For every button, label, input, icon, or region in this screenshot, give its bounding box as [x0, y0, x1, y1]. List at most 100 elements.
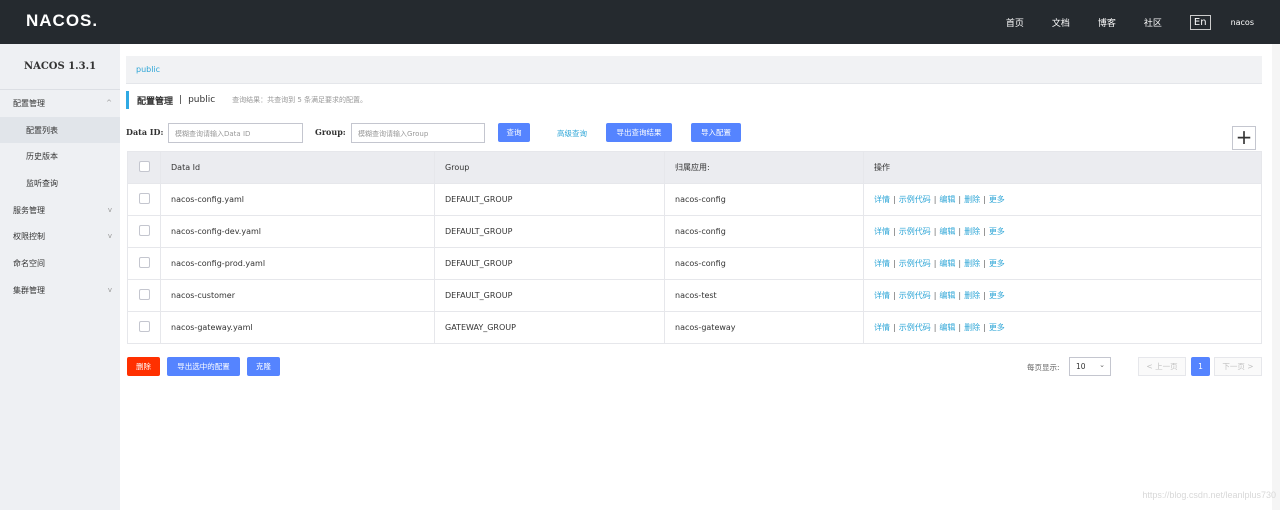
app-cell: nacos-config [664, 247, 864, 280]
row-checkbox[interactable] [139, 257, 150, 268]
ops-separator: | [933, 195, 937, 204]
namespace-tab-public[interactable]: public [136, 65, 160, 74]
bulk-delete-button[interactable]: 删除 [127, 357, 160, 376]
row-checkbox[interactable] [139, 193, 150, 204]
export-selected-button[interactable]: 导出选中的配置 [167, 357, 240, 376]
sidebar-item-config-list[interactable]: 配置列表 [0, 116, 120, 144]
ops-separator: | [983, 259, 986, 268]
user-menu[interactable]: nacos [1231, 18, 1254, 27]
delete-link[interactable]: 删除 [964, 291, 980, 300]
edit-link[interactable]: 编辑 [939, 291, 955, 300]
ops-separator: | [958, 259, 962, 268]
clone-button[interactable]: 克隆 [247, 357, 280, 376]
table-header-row: Data Id Group 归属应用: 操作 [127, 151, 1262, 184]
edit-link[interactable]: 编辑 [939, 323, 955, 332]
delete-link[interactable]: 删除 [964, 227, 980, 236]
ops-separator: | [958, 195, 962, 204]
select-all-cell [127, 151, 161, 184]
nacos-logo[interactable]: NACOS. [26, 11, 98, 31]
detail-link[interactable]: 详情 [874, 227, 890, 236]
edit-link[interactable]: 编辑 [939, 195, 955, 204]
next-page-button[interactable]: 下一页 > [1214, 357, 1262, 376]
sample-code-link[interactable]: 示例代码 [899, 227, 931, 236]
detail-link[interactable]: 详情 [874, 323, 890, 332]
sidebar-item-access-control[interactable]: 权限控制 v [0, 223, 120, 250]
page-scrollbar[interactable] [1272, 44, 1280, 510]
actions-cell: 详情 | 示例代码 | 编辑 | 删除 | 更多 [863, 247, 1262, 280]
prev-page-button[interactable]: < 上一页 [1138, 357, 1186, 376]
sample-code-link[interactable]: 示例代码 [899, 323, 931, 332]
row-checkbox[interactable] [139, 321, 150, 332]
delete-link[interactable]: 删除 [964, 195, 980, 204]
group-cell: DEFAULT_GROUP [434, 279, 665, 312]
sample-code-link[interactable]: 示例代码 [899, 291, 931, 300]
sample-code-link[interactable]: 示例代码 [899, 195, 931, 204]
add-config-button[interactable]: + [1232, 126, 1256, 150]
delete-link[interactable]: 删除 [964, 259, 980, 268]
table-row: nacos-config.yaml DEFAULT_GROUP nacos-conf… [127, 183, 1262, 216]
version-label: NACOS 1.3.1 [0, 44, 120, 90]
detail-link[interactable]: 详情 [874, 195, 890, 204]
more-link[interactable]: 更多 [989, 195, 1005, 204]
edit-link[interactable]: 编辑 [939, 259, 955, 268]
nav-docs[interactable]: 文档 [1052, 16, 1070, 29]
sidebar-item-label: 监听查询 [26, 178, 58, 188]
bulk-actions-bar: 删除 导出选中的配置 克隆 每页显示: 10 ⌄ < 上一页 1 下一页 > [120, 357, 1280, 377]
import-config-button[interactable]: 导入配置 [691, 123, 741, 142]
namespace-breadcrumb: public [126, 56, 1262, 84]
sidebar-item-listener-query[interactable]: 监听查询 [0, 170, 120, 197]
title-separator: | [179, 95, 183, 105]
ops-separator: | [983, 323, 986, 332]
row-checkbox[interactable] [139, 289, 150, 300]
row-select-cell [127, 183, 161, 216]
ops-separator: | [958, 323, 962, 332]
detail-link[interactable]: 详情 [874, 259, 890, 268]
edit-link[interactable]: 编辑 [939, 227, 955, 236]
sidebar-item-label: 配置列表 [26, 125, 58, 135]
more-link[interactable]: 更多 [989, 291, 1005, 300]
ops-separator: | [893, 227, 896, 236]
more-link[interactable]: 更多 [989, 227, 1005, 236]
config-table: Data Id Group 归属应用: 操作 nacos-config.yaml… [127, 151, 1262, 344]
ops-separator: | [933, 323, 937, 332]
select-all-checkbox[interactable] [139, 161, 150, 172]
query-button[interactable]: 查询 [498, 123, 530, 142]
more-link[interactable]: 更多 [989, 323, 1005, 332]
row-checkbox[interactable] [139, 225, 150, 236]
group-cell: GATEWAY_GROUP [434, 311, 665, 344]
group-search-input[interactable]: 模糊查询请输入Group [351, 123, 485, 143]
dataid-search-input[interactable]: 模糊查询请输入Data ID [168, 123, 303, 143]
watermark-text: https://blog.csdn.net/leanlplus730 [1142, 490, 1276, 500]
sample-code-link[interactable]: 示例代码 [899, 259, 931, 268]
per-page-select[interactable]: 10 ⌄ [1069, 357, 1111, 376]
ops-separator: | [983, 291, 986, 300]
delete-link[interactable]: 删除 [964, 323, 980, 332]
detail-link[interactable]: 详情 [874, 291, 890, 300]
sidebar-item-cluster-management[interactable]: 集群管理 v [0, 277, 120, 304]
sidebar-item-service-management[interactable]: 服务管理 v [0, 197, 120, 224]
query-result-hint: 查询结果：共查询到 5 条满足要求的配置。 [232, 96, 368, 104]
current-page-button[interactable]: 1 [1191, 357, 1210, 376]
actions-cell: 详情 | 示例代码 | 编辑 | 删除 | 更多 [863, 279, 1262, 312]
actions-cell: 详情 | 示例代码 | 编辑 | 删除 | 更多 [863, 183, 1262, 216]
group-label: Group: [315, 127, 346, 137]
language-switch[interactable]: En [1189, 14, 1211, 30]
group-cell: DEFAULT_GROUP [434, 215, 665, 248]
ops-separator: | [983, 195, 986, 204]
more-link[interactable]: 更多 [989, 259, 1005, 268]
sidebar-item-history[interactable]: 历史版本 [0, 143, 120, 170]
chevron-up-icon: ^ [106, 99, 112, 107]
dataid-cell: nacos-config.yaml [160, 183, 435, 216]
sidebar-item-config-management[interactable]: 配置管理 ^ [0, 90, 120, 117]
ops-separator: | [893, 195, 896, 204]
sidebar-item-namespace[interactable]: 命名空间 [0, 250, 120, 277]
page-title-text: 配置管理 [137, 96, 174, 107]
group-cell: DEFAULT_GROUP [434, 183, 665, 216]
nav-blog[interactable]: 博客 [1098, 16, 1116, 29]
nav-community[interactable]: 社区 [1144, 16, 1162, 29]
advanced-query-link[interactable]: 高级查询 [557, 128, 587, 139]
nav-home[interactable]: 首页 [1006, 16, 1024, 29]
chevron-down-icon: v [107, 232, 112, 241]
export-query-results-button[interactable]: 导出查询结果 [606, 123, 672, 142]
ops-separator: | [893, 291, 896, 300]
